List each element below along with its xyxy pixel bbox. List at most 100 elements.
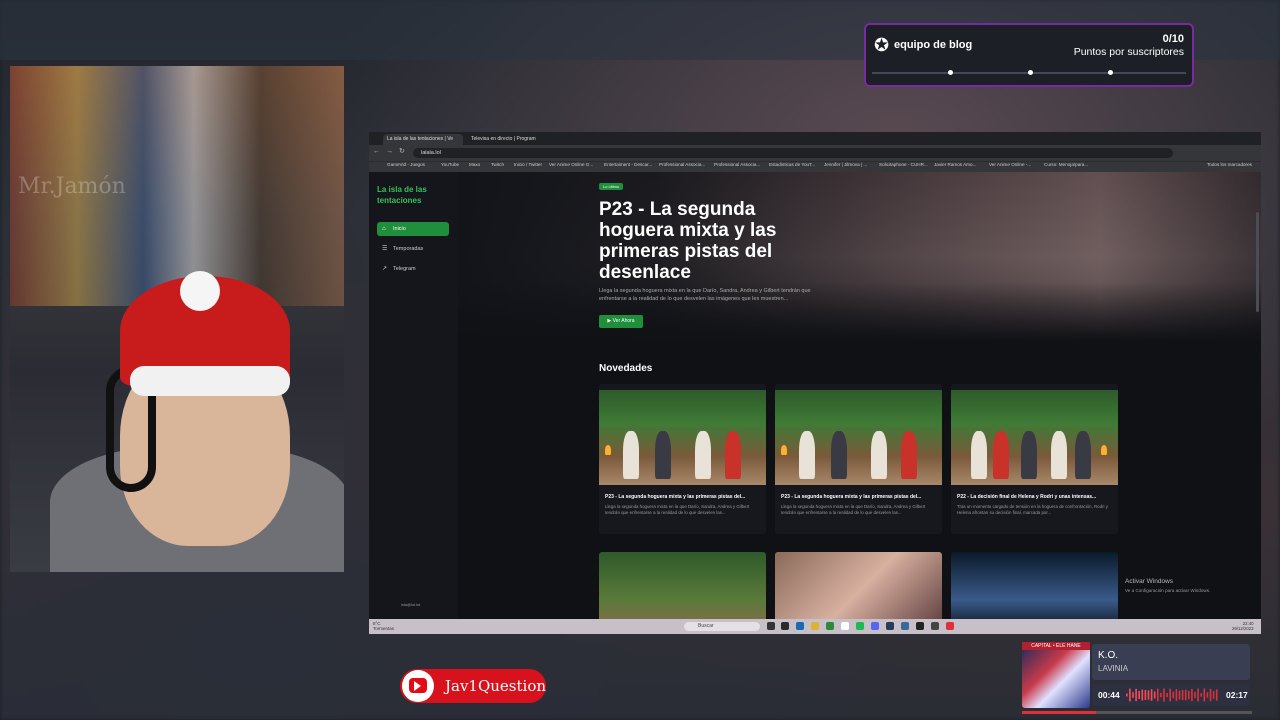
waveform-bar (1129, 688, 1131, 702)
youtube-channel-name: Jav1Question (445, 677, 547, 695)
subscriber-goal-widget: ✪ equipo de blog 0/10 Puntos por suscrip… (864, 23, 1194, 87)
app-icon[interactable] (901, 622, 909, 630)
waveform-bar (1135, 688, 1137, 702)
episode-title: P23 - La segunda hoguera mixta y las pri… (781, 494, 922, 500)
episode-card[interactable]: P23 - La segunda hoguera mixta y las pri… (599, 384, 766, 534)
play-icon (414, 681, 421, 691)
sidebar-footer: isla@lol.lol (401, 602, 421, 607)
site-title[interactable]: La isla de las tentaciones (377, 184, 447, 206)
goal-count: 0/10 (1162, 33, 1184, 45)
folder-icon[interactable] (811, 622, 819, 630)
bookmark-item[interactable]: Solicitaphone - CUHR... (879, 162, 928, 167)
hero-title: P23 - La segunda hoguera mixta y las pri… (599, 199, 777, 283)
contestant-figure (799, 431, 815, 479)
activate-windows-desc: Ve a Configuración para activar Windows. (1125, 588, 1211, 593)
current-time: 00:44 (1098, 690, 1120, 700)
waveform-bar (1141, 689, 1144, 701)
tab-televisa[interactable]: Televisa en directo | Program (467, 134, 545, 145)
bookmark-item[interactable]: Entertaiment - Descar... (604, 162, 652, 167)
sidebar-item-temporadas[interactable]: ☰ Temporadas (377, 242, 449, 256)
episode-title: P23 - La segunda hoguera mixta y las pri… (605, 494, 746, 500)
tab-isla[interactable]: La isla de las tentaciones | Ve (383, 134, 463, 145)
taskbar-weather[interactable]: 8°C Tormentas (373, 621, 394, 631)
waveform-bar (1215, 689, 1218, 701)
bookmark-item[interactable]: Ver Anime Online -... (989, 162, 1031, 167)
taskbar-search[interactable]: Buscar (684, 622, 760, 631)
waveform-bar (1191, 688, 1193, 702)
page-scrollbar[interactable] (1256, 212, 1259, 312)
bookmark-item[interactable]: Professional Associa... (659, 162, 705, 167)
search-label: Buscar (698, 623, 714, 629)
webcam-feed: Mr.Jamón (10, 66, 344, 572)
waveform-bar (1138, 691, 1140, 699)
app-icon[interactable] (781, 622, 789, 630)
torch-flame (1101, 445, 1107, 455)
waveform-bar (1153, 691, 1156, 699)
santa-hat-pompom (180, 271, 220, 311)
goal-milestone (1028, 70, 1033, 75)
waveform-bar (1172, 691, 1175, 699)
bookmark-item[interactable]: Inicio / Twitter (514, 162, 542, 167)
episode-thumbnail (775, 390, 942, 485)
waveform-bar (1132, 692, 1134, 698)
app-icon[interactable] (826, 622, 834, 630)
contestant-figure (993, 431, 1009, 479)
episode-desc: Llega la segunda hoguera mixta en la que… (781, 504, 926, 515)
waveform-bar (1147, 690, 1150, 700)
sidebar-item-telegram[interactable]: ↗ Telegram (377, 262, 449, 276)
app-icon[interactable] (916, 622, 924, 630)
contestant-figure (1021, 431, 1037, 479)
contestant-figure (623, 431, 639, 479)
waveform-bar (1126, 693, 1128, 697)
waveform-bar (1212, 691, 1215, 699)
url-input[interactable]: lalala.lol (413, 148, 1173, 158)
bookmark-item[interactable]: Curso: Menoja/para... (1044, 162, 1088, 167)
app-icon[interactable] (946, 622, 954, 630)
waveform-bar (1157, 688, 1159, 702)
waveform-bar (1166, 692, 1168, 698)
waveform-bar (1206, 692, 1209, 698)
contestant-figure (971, 431, 987, 479)
waveform-bar (1188, 690, 1190, 700)
contestant-figure (655, 431, 671, 479)
bookmark-item[interactable]: GameVid - Juegos (387, 162, 425, 167)
episode-card[interactable]: P22 - La decisión final de Helena y Rodr… (951, 384, 1118, 534)
watch-now-button[interactable]: ▶ Ver Ahora (599, 315, 643, 328)
bookmark-item[interactable]: Estadísticas de YouT... (769, 162, 815, 167)
bookmark-item[interactable]: Professional Associa... (714, 162, 760, 167)
discord-icon[interactable] (871, 622, 879, 630)
spotify-icon[interactable] (856, 622, 864, 630)
sidebar-item-label: Telegram (393, 266, 416, 272)
bookmark-item[interactable]: Todos los marcadores (1207, 162, 1252, 167)
episode-card[interactable]: P23 - La segunda hoguera mixta y las pri… (775, 384, 942, 534)
bookmark-item[interactable]: Ver Anime Online G... (549, 162, 593, 167)
goal-title: equipo de blog (894, 39, 973, 51)
steam-icon[interactable] (886, 622, 894, 630)
bookmark-item[interactable]: Maxo (469, 162, 480, 167)
home-icon: ⌂ (382, 226, 386, 232)
contestant-figure (901, 431, 917, 479)
app-icon[interactable] (931, 622, 939, 630)
waveform-bar (1203, 688, 1206, 702)
goal-milestone (1108, 70, 1113, 75)
bookmark-item[interactable]: Jennifer | Jilmova | ... (824, 162, 867, 167)
hero-description: Llega la segunda hoguera mixta en la que… (599, 288, 811, 302)
bookmark-item[interactable]: Javier Ramos Amo... (934, 162, 976, 167)
waveform-bar (1184, 689, 1187, 701)
taskbar-clock[interactable]: 22:40 29/12/2023 (1232, 621, 1254, 631)
song-artist: LAVINIA (1098, 664, 1129, 673)
waveform-bar (1178, 690, 1181, 700)
torch-flame (605, 445, 611, 455)
bookmark-item[interactable]: Twitch (491, 162, 504, 167)
sidebar-item-inicio[interactable]: ⌂ Inicio (377, 222, 449, 236)
app-icon[interactable] (796, 622, 804, 630)
waveform-bar (1181, 689, 1184, 701)
bookmark-item[interactable]: YouTube (441, 162, 459, 167)
contestant-figure (1075, 431, 1091, 479)
taskview-icon[interactable] (767, 622, 775, 630)
webcam-watermark: Mr.Jamón (18, 174, 126, 199)
song-title: K.O. (1098, 650, 1119, 661)
goal-subtitle: Puntos por suscriptores (1073, 46, 1184, 58)
nav-arrows-icon[interactable]: ←→↻ (373, 147, 411, 155)
chrome-icon[interactable] (841, 622, 849, 630)
